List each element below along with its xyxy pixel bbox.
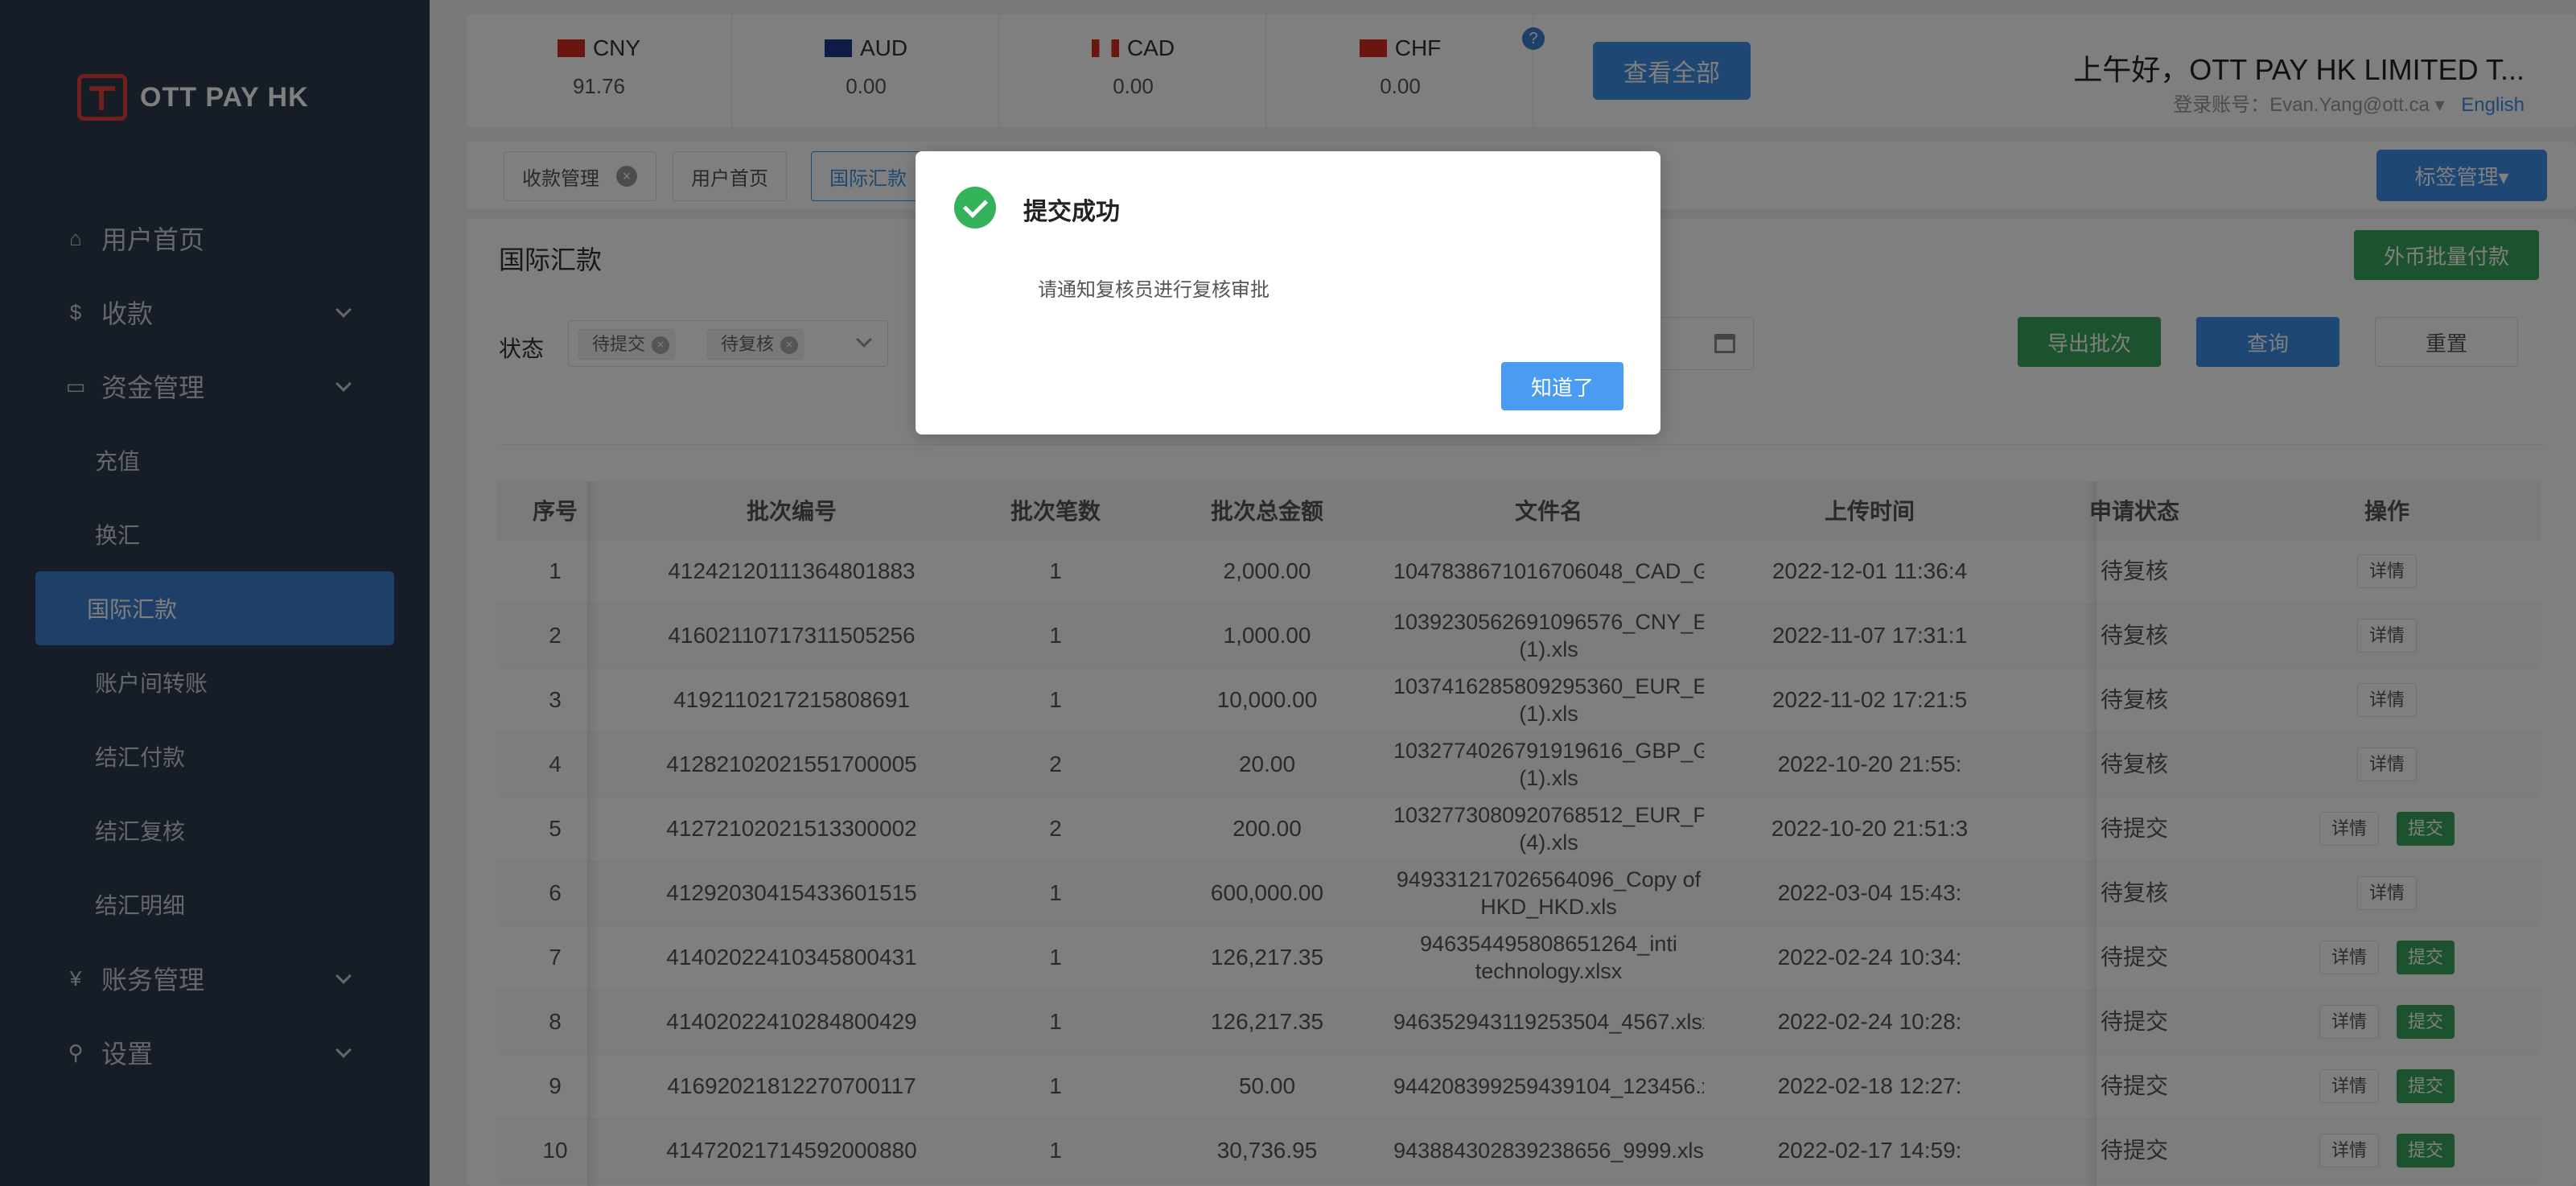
acknowledge-button[interactable]: 知道了	[1501, 362, 1623, 410]
dialog-message: 请通知复核员进行复核审批	[1038, 279, 1269, 301]
success-dialog: 提交成功 请通知复核员进行复核审批 知道了	[916, 151, 1660, 434]
success-check-icon	[954, 187, 996, 229]
dialog-title: 提交成功	[1023, 199, 1120, 225]
